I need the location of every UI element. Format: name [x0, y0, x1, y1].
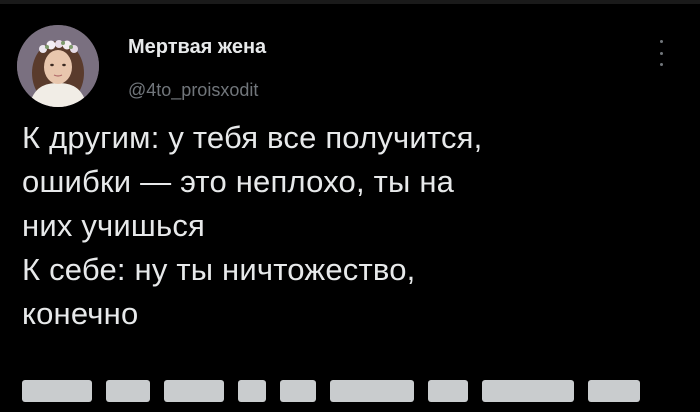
author-display-name[interactable]: Мертвая жена [128, 36, 266, 59]
tweet-text-line: ошибки — это неплохо, ты на [22, 164, 455, 199]
cropped-text-line [22, 380, 654, 412]
tweet-text: К другим: у тебя все получится, ошибки —… [22, 116, 692, 336]
tweet-text-line: К другим: у тебя все получится, [22, 120, 483, 155]
author-handle[interactable]: @4to_proisxodit [128, 80, 258, 101]
author-avatar[interactable] [17, 25, 99, 107]
vertical-ellipsis-icon[interactable] [656, 40, 666, 66]
top-divider [0, 0, 700, 4]
tweet-text-line: них учишься [22, 208, 206, 243]
ellipsis-dot [659, 51, 663, 55]
tweet-screenshot: Мертвая жена @4to_proisxodit К другим: у… [0, 0, 700, 412]
profile-photo-icon [17, 25, 99, 107]
tweet-text-line: конечно [22, 296, 139, 331]
ellipsis-dot [659, 63, 663, 66]
tweet-text-line: К себе: ну ты ничтожество, [22, 252, 416, 287]
ellipsis-dot [659, 40, 663, 43]
